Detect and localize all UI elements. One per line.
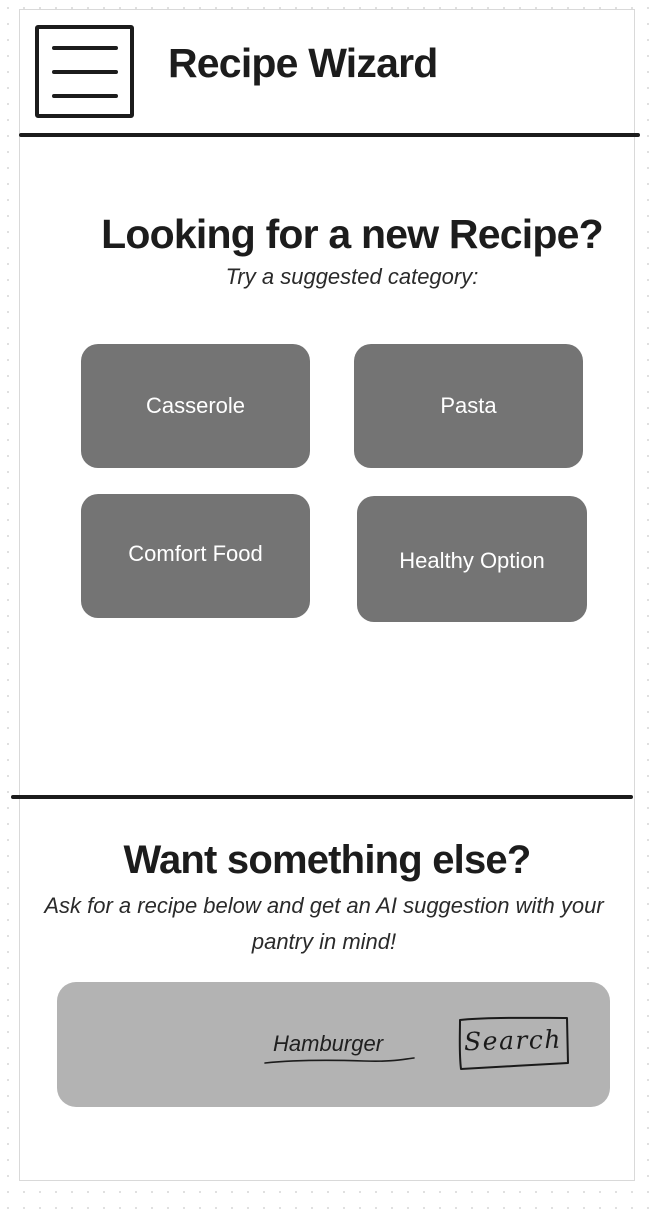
search-button-label: Search — [463, 1024, 563, 1057]
app-title: Recipe Wizard — [168, 40, 438, 86]
query-underline — [264, 1057, 415, 1064]
category-button-comfort-food[interactable]: Comfort Food — [81, 494, 310, 618]
menu-bar-line — [52, 94, 118, 98]
category-button-casserole[interactable]: Casserole — [81, 344, 310, 468]
section-divider — [11, 795, 633, 799]
menu-bar-line — [52, 46, 118, 50]
suggestions-subheading: Try a suggested category: — [225, 264, 479, 289]
ai-search-heading: Want something else? — [123, 838, 531, 882]
suggestions-heading: Looking for a new Recipe? — [101, 211, 603, 257]
menu-bar-line — [52, 70, 118, 74]
ai-search-description: Ask for a recipe below and get an AI sug… — [44, 893, 604, 954]
category-button-pasta[interactable]: Pasta — [354, 344, 583, 468]
hamburger-menu-icon[interactable] — [35, 25, 134, 118]
category-button-healthy-option[interactable]: Healthy Option — [357, 496, 587, 622]
search-button[interactable]: Search — [456, 1015, 570, 1071]
header-divider — [19, 133, 640, 137]
